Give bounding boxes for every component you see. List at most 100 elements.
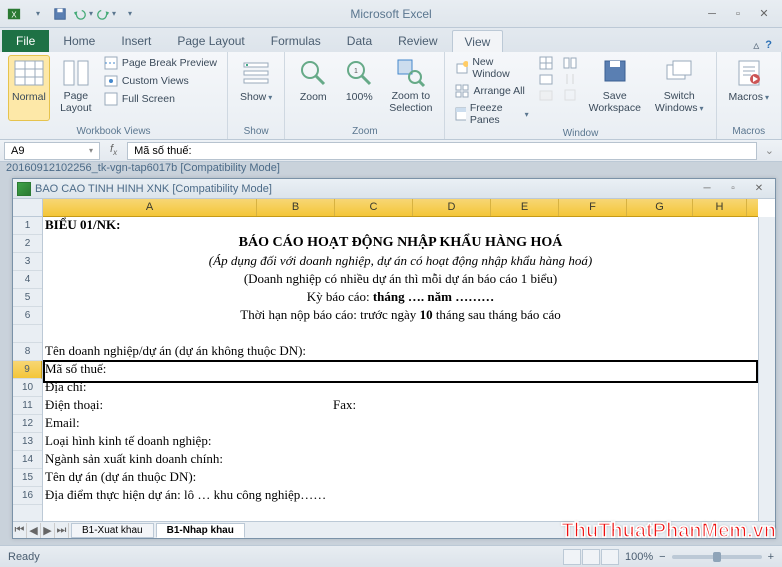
cell-biztype: Loại hình kinh tế doanh nghiệp:	[45, 433, 211, 449]
cell-fax: Fax:	[333, 397, 356, 413]
page-break-preview-button[interactable]: Page Break Preview	[102, 55, 219, 71]
zoom-slider[interactable]	[672, 555, 762, 559]
save-icon[interactable]	[50, 4, 70, 24]
sheet-tab-xuat-khau[interactable]: B1-Xuat khau	[71, 523, 154, 538]
custom-views-button[interactable]: Custom Views	[102, 73, 219, 89]
zoom-level[interactable]: 100%	[625, 551, 653, 563]
maximize-button[interactable]: ▫	[726, 5, 750, 23]
reset-position-button[interactable]	[561, 87, 579, 103]
tab-view[interactable]: View	[452, 30, 504, 52]
side-by-side-button[interactable]	[561, 55, 579, 71]
row-header-11[interactable]: 11	[13, 397, 42, 415]
col-header-B[interactable]: B	[257, 199, 335, 216]
svg-text:1: 1	[354, 68, 358, 75]
hide-button[interactable]	[537, 71, 555, 87]
zoom-out-button[interactable]: −	[659, 551, 665, 563]
row-header-9[interactable]: 9	[13, 361, 42, 379]
row-header-15[interactable]: 15	[13, 469, 42, 487]
normal-view-icon	[13, 57, 45, 89]
new-window-button[interactable]: New Window	[453, 55, 530, 81]
switch-windows-button[interactable]: SwitchWindows	[651, 55, 708, 121]
zoom-button[interactable]: Zoom	[293, 55, 333, 121]
excel-app-icon[interactable]: X	[4, 4, 24, 24]
row-header-16[interactable]: 16	[13, 487, 42, 505]
redo-icon[interactable]	[96, 4, 116, 24]
cells-area[interactable]: BIỂU 01/NK: BÁO CÁO HOẠT ĐỘNG NHẬP KHẨU …	[43, 217, 758, 521]
cell-deadline: Thời hạn nộp báo cáo: trước ngày 10 thán…	[240, 307, 560, 323]
row-header-6[interactable]: 6	[13, 307, 42, 325]
sheet-nav-first[interactable]: ⏮	[13, 523, 27, 538]
row-headers[interactable]: 1234568910111213141516	[13, 217, 43, 521]
col-header-G[interactable]: G	[627, 199, 693, 216]
tab-insert[interactable]: Insert	[109, 30, 163, 52]
row-header-blank[interactable]	[13, 325, 42, 343]
ribbon-minimize-icon[interactable]: ▵	[753, 38, 759, 52]
view-normal-icon[interactable]	[563, 549, 581, 565]
document-title-bar[interactable]: BAO CAO TINH HINH XNK [Compatibility Mod…	[13, 179, 775, 199]
minimize-button[interactable]: ─	[700, 5, 724, 23]
fx-icon[interactable]: fx	[104, 143, 123, 157]
page-layout-view-button[interactable]: PageLayout	[56, 55, 96, 121]
name-box[interactable]: A9▾	[4, 142, 100, 160]
col-header-F[interactable]: F	[559, 199, 627, 216]
view-pagebreak-icon[interactable]	[601, 549, 619, 565]
formula-input[interactable]: Mã số thuế:	[127, 142, 757, 160]
zoom-in-button[interactable]: +	[768, 551, 774, 563]
row-header-14[interactable]: 14	[13, 451, 42, 469]
row-header-2[interactable]: 2	[13, 235, 42, 253]
background-document-title[interactable]: 20160912102256_tk-vgn-tap6017b [Compatib…	[6, 162, 280, 174]
column-headers[interactable]: ABCDEFGH	[43, 199, 758, 217]
vertical-scrollbar[interactable]	[758, 217, 775, 521]
col-header-H[interactable]: H	[693, 199, 747, 216]
status-bar: Ready 100% − +	[0, 545, 782, 567]
formula-expand-icon[interactable]: ⌄	[761, 144, 778, 157]
tab-data[interactable]: Data	[335, 30, 384, 52]
view-shortcut-buttons[interactable]	[563, 549, 619, 565]
arrange-all-button[interactable]: Arrange All	[453, 83, 530, 99]
tab-formulas[interactable]: Formulas	[259, 30, 333, 52]
row-header-4[interactable]: 4	[13, 271, 42, 289]
col-header-E[interactable]: E	[491, 199, 559, 216]
qat-dropdown-icon[interactable]	[119, 4, 139, 24]
macros-button[interactable]: Macros	[725, 55, 773, 121]
row-header-3[interactable]: 3	[13, 253, 42, 271]
help-icon[interactable]: ?	[765, 39, 772, 51]
row-header-8[interactable]: 8	[13, 343, 42, 361]
save-workspace-button[interactable]: SaveWorkspace	[585, 55, 645, 121]
doc-close-button[interactable]: ✕	[747, 180, 771, 198]
zoom-100-button[interactable]: 1 100%	[339, 55, 379, 121]
close-button[interactable]: ✕	[752, 5, 776, 23]
show-button[interactable]: Show	[236, 55, 276, 121]
view-pagelayout-icon[interactable]	[582, 549, 600, 565]
split-button[interactable]	[537, 55, 555, 71]
zoom-selection-button[interactable]: Zoom toSelection	[385, 55, 436, 121]
sheet-tab-nhap-khau[interactable]: B1-Nhap khau	[156, 523, 245, 538]
row-header-5[interactable]: 5	[13, 289, 42, 307]
undo-icon[interactable]	[73, 4, 93, 24]
tab-review[interactable]: Review	[386, 30, 449, 52]
sheet-nav-prev[interactable]: ◀	[27, 523, 41, 538]
freeze-panes-button[interactable]: Freeze Panes	[453, 101, 530, 127]
col-header-C[interactable]: C	[335, 199, 413, 216]
qat-customize-icon[interactable]	[27, 4, 47, 24]
sheet-nav-last[interactable]: ⏭	[55, 523, 69, 538]
spreadsheet-grid[interactable]: ABCDEFGH 1234568910111213141516 BIỂU 01/…	[13, 199, 775, 538]
row-header-1[interactable]: 1	[13, 217, 42, 235]
doc-maximize-button[interactable]: ▫	[721, 180, 745, 198]
sync-scroll-button[interactable]	[561, 71, 579, 87]
zoom-100-icon: 1	[343, 57, 375, 89]
normal-view-button[interactable]: Normal	[8, 55, 50, 121]
col-header-A[interactable]: A	[43, 199, 257, 216]
sheet-nav-next[interactable]: ▶	[41, 523, 55, 538]
select-all-corner[interactable]	[13, 199, 43, 217]
tab-home[interactable]: Home	[51, 30, 107, 52]
doc-minimize-button[interactable]: ─	[695, 180, 719, 198]
row-header-13[interactable]: 13	[13, 433, 42, 451]
row-header-12[interactable]: 12	[13, 415, 42, 433]
tab-file[interactable]: File	[2, 30, 49, 52]
col-header-D[interactable]: D	[413, 199, 491, 216]
full-screen-button[interactable]: Full Screen	[102, 91, 219, 107]
row-header-10[interactable]: 10	[13, 379, 42, 397]
unhide-button[interactable]	[537, 87, 555, 103]
tab-page-layout[interactable]: Page Layout	[165, 30, 256, 52]
